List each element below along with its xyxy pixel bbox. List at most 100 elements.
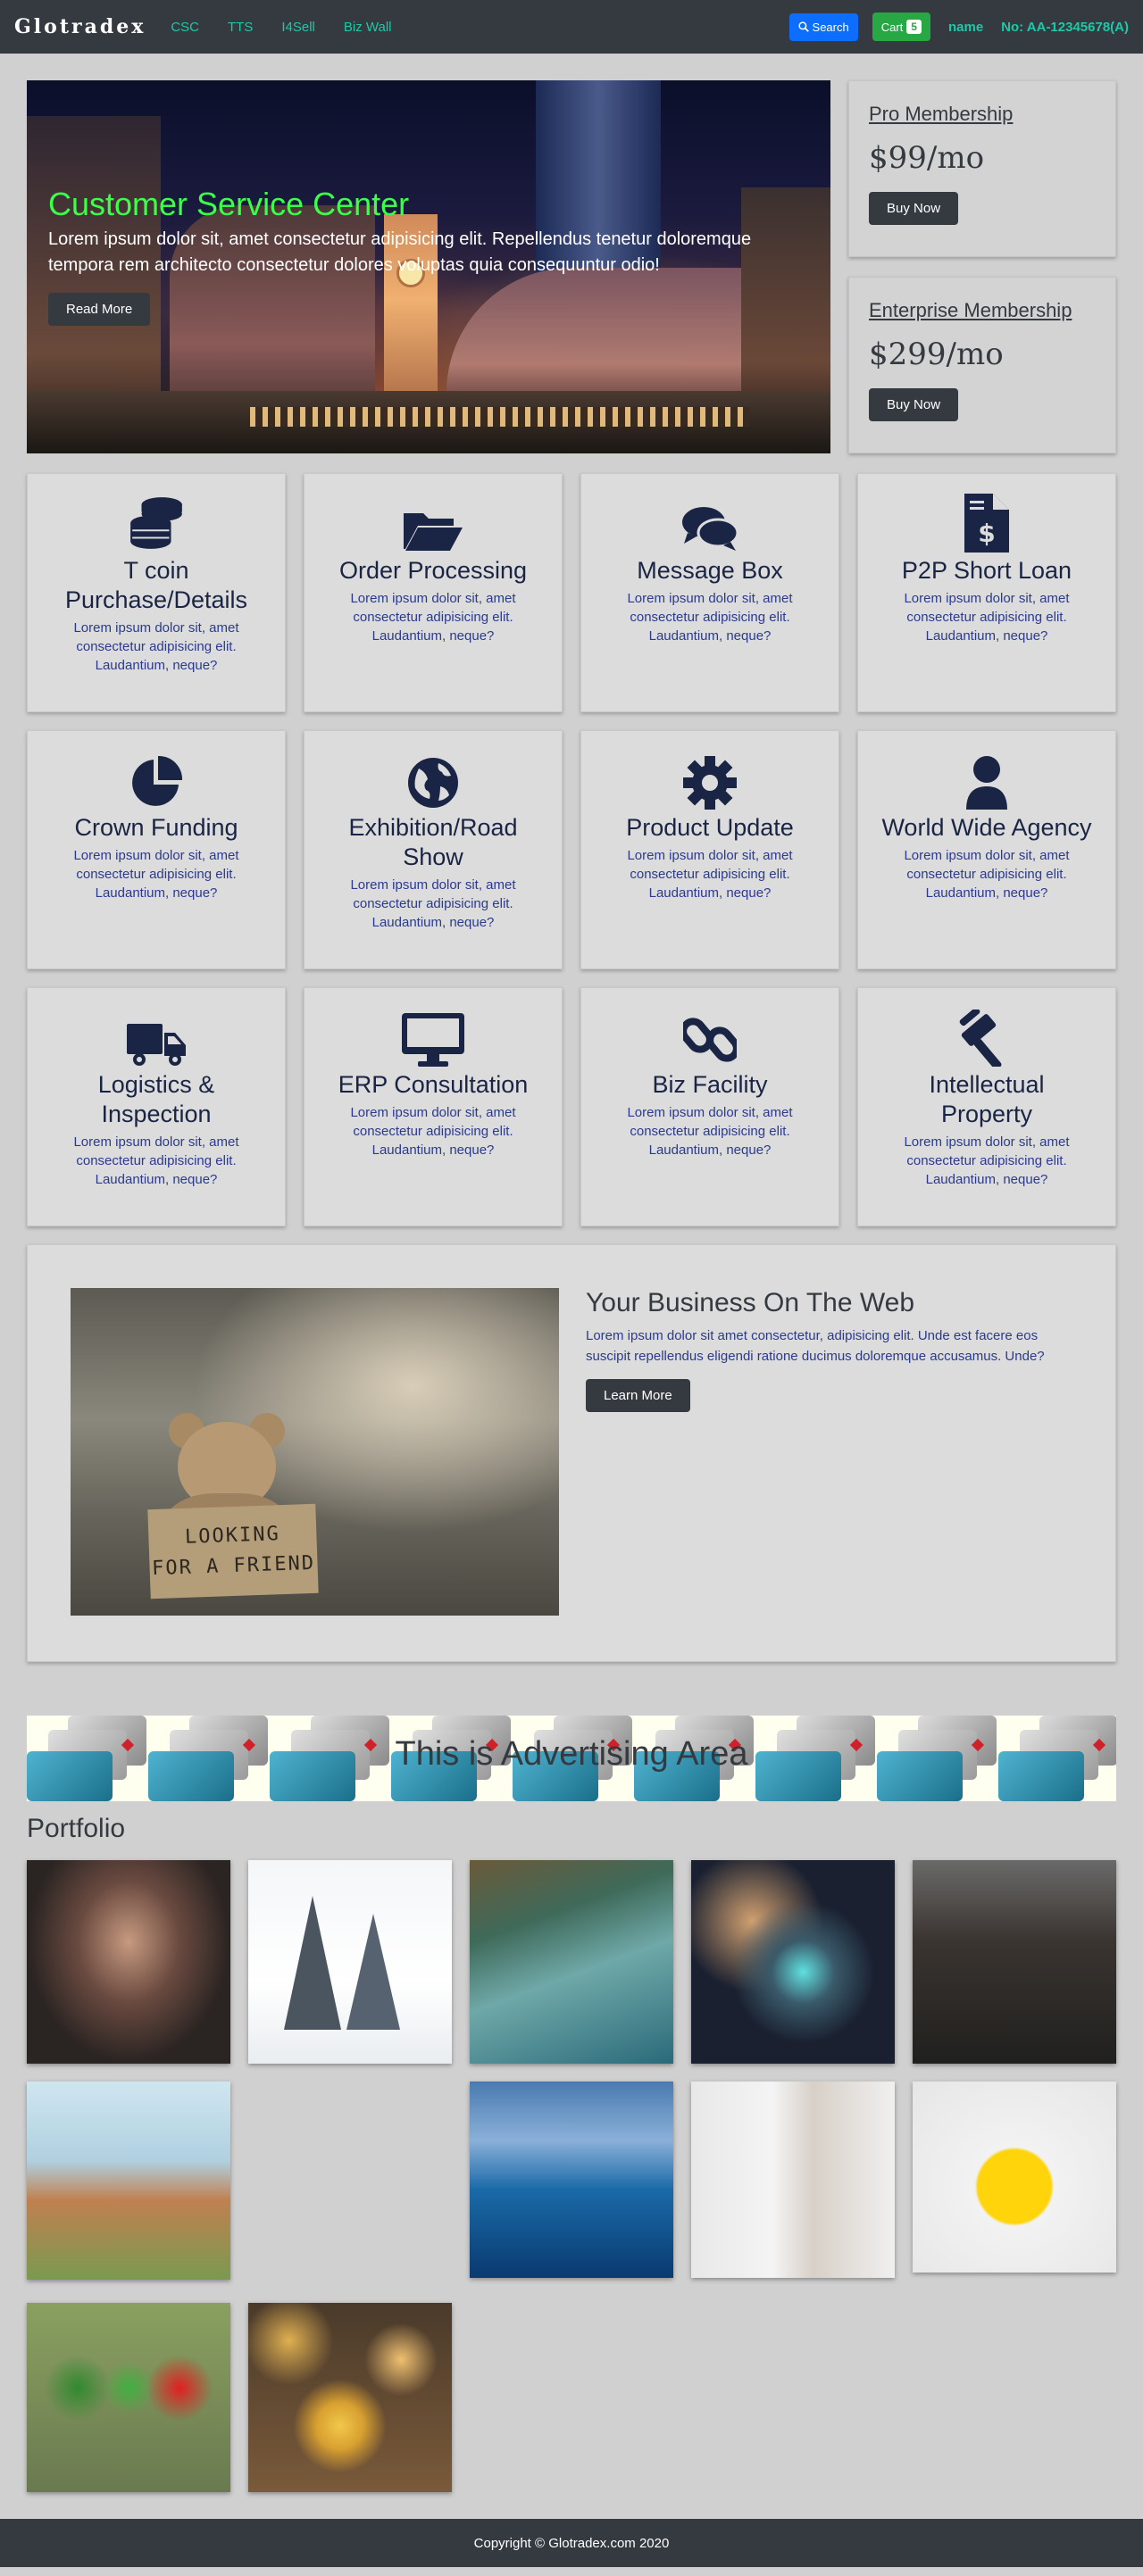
portfolio-image-room[interactable] <box>913 1860 1116 2064</box>
coins-icon <box>51 494 262 553</box>
sign-line: LOOKING <box>184 1523 281 1549</box>
advertising-banner[interactable]: This is Advertising Area <box>27 1716 1116 1801</box>
portfolio-image-toy-bus[interactable] <box>248 2303 452 2492</box>
service-title: Exhibition/Road Show <box>348 814 518 870</box>
service-title: ERP Consultation <box>338 1071 529 1098</box>
portfolio-image-woman[interactable] <box>27 1860 230 2064</box>
folder-open-icon <box>328 494 538 553</box>
user-name-link[interactable]: name <box>948 20 983 35</box>
gavel-icon <box>881 1008 1092 1067</box>
pie-chart-icon <box>51 751 262 810</box>
nav-right: Search Cart 5 name No: AA-12345678(A) <box>788 12 1129 41</box>
service-title: Product Update <box>626 814 794 841</box>
portfolio-image-mario-figures[interactable] <box>27 2303 230 2492</box>
service-text: Lorem ipsum dolor sit, amet consectetur … <box>350 591 516 644</box>
membership-price: $99/mo <box>869 140 985 176</box>
search-button[interactable]: Search <box>788 12 858 41</box>
portfolio-image-wave[interactable] <box>470 2082 673 2278</box>
search-button-label: Search <box>812 20 849 34</box>
account-number: No: AA-12345678(A) <box>1001 19 1129 35</box>
service-card[interactable]: Message Box Lorem ipsum dolor sit, amet … <box>580 473 839 712</box>
service-text: Lorem ipsum dolor sit, amet consectetur … <box>350 877 516 930</box>
service-title: P2P Short Loan <box>901 557 1072 584</box>
service-card[interactable]: ERP Consultation Lorem ipsum dolor sit, … <box>304 987 563 1226</box>
portfolio-title: Portfolio <box>27 1814 126 1843</box>
hero-text: Lorem ipsum dolor sit, amet consectetur … <box>48 229 752 275</box>
service-card[interactable]: Intellectual Property Lorem ipsum dolor … <box>857 987 1116 1226</box>
nav-link-biz-wall[interactable]: Biz Wall <box>340 20 396 35</box>
business-section: LOOKING FOR A FRIEND Your Business On Th… <box>27 1244 1116 1662</box>
service-text: Lorem ipsum dolor sit, amet consectetur … <box>904 1134 1070 1187</box>
membership-title[interactable]: Pro Membership <box>869 103 1096 126</box>
service-text: Lorem ipsum dolor sit, amet consectetur … <box>904 591 1070 644</box>
nav-link-tts[interactable]: TTS <box>224 20 256 35</box>
membership-cards: Pro Membership $99/mo Buy Now Enterprise… <box>848 80 1116 455</box>
buy-now-button[interactable]: Buy Now <box>869 388 959 421</box>
portfolio-image-rubber-duck[interactable] <box>913 2082 1116 2273</box>
service-title: Crown Funding <box>74 814 238 841</box>
membership-card-enterprise: Enterprise Membership $299/mo Buy Now <box>848 277 1116 453</box>
service-card[interactable]: World Wide Agency Lorem ipsum dolor sit,… <box>857 730 1116 969</box>
service-title: Intellectual Property <box>929 1071 1045 1127</box>
membership-title[interactable]: Enterprise Membership <box>869 299 1096 322</box>
hero-row: Customer Service Center Lorem ipsum dolo… <box>27 80 1116 455</box>
portfolio-image-coastline[interactable] <box>470 1860 673 2064</box>
read-more-button[interactable]: Read More <box>48 293 151 326</box>
service-text: Lorem ipsum dolor sit, amet consectetur … <box>627 848 793 901</box>
invoice-dollar-icon: $ <box>881 494 1092 553</box>
service-card[interactable]: Product Update Lorem ipsum dolor sit, am… <box>580 730 839 969</box>
business-title: Your Business On The Web <box>586 1288 914 1317</box>
sign-line: FOR A FRIEND <box>151 1551 316 1581</box>
hero-title: Customer Service Center <box>48 186 410 222</box>
truck-icon <box>51 1008 262 1067</box>
cart-count-badge: 5 <box>906 20 922 34</box>
learn-more-button[interactable]: Learn More <box>586 1379 690 1412</box>
buy-now-button[interactable]: Buy Now <box>869 192 959 225</box>
service-title: World Wide Agency <box>881 814 1092 841</box>
membership-card-pro: Pro Membership $99/mo Buy Now <box>848 80 1116 257</box>
business-body: Your Business On The Web Lorem ipsum dol… <box>586 1288 1072 1618</box>
service-text: Lorem ipsum dolor sit, amet consectetur … <box>627 591 793 644</box>
service-card[interactable]: Biz Facility Lorem ipsum dolor sit, amet… <box>580 987 839 1226</box>
service-card[interactable]: Logistics & Inspection Lorem ipsum dolor… <box>27 987 286 1226</box>
service-card[interactable]: $ P2P Short Loan Lorem ipsum dolor sit, … <box>857 473 1116 712</box>
service-text: Lorem ipsum dolor sit, amet consectetur … <box>627 1105 793 1158</box>
portfolio-image-toy-blocks[interactable] <box>27 2082 230 2280</box>
nav-link-csc[interactable]: CSC <box>167 20 203 35</box>
service-text: Lorem ipsum dolor sit, amet consectetur … <box>73 1134 239 1187</box>
service-title: Biz Facility <box>652 1071 768 1098</box>
business-text: Lorem ipsum dolor sit amet consectetur, … <box>586 1328 1045 1364</box>
service-title: T coin Purchase/Details <box>64 557 248 613</box>
service-title: Logistics & Inspection <box>97 1071 215 1127</box>
brand-logo[interactable]: Glotradex <box>14 15 146 38</box>
service-card[interactable]: Crown Funding Lorem ipsum dolor sit, ame… <box>27 730 286 969</box>
service-text: Lorem ipsum dolor sit, amet consectetur … <box>73 620 239 673</box>
portfolio-empty-slot <box>248 2082 452 2285</box>
footer: Copyright © Glotradex.com 2020 <box>0 2519 1143 2567</box>
service-text: Lorem ipsum dolor sit, amet consectetur … <box>904 848 1070 901</box>
hero-carousel: Customer Service Center Lorem ipsum dolo… <box>27 80 830 453</box>
portfolio-image-girl-balcony[interactable] <box>691 2082 895 2278</box>
membership-price: $299/mo <box>869 337 1004 372</box>
service-text: Lorem ipsum dolor sit, amet consectetur … <box>350 1105 516 1158</box>
services-grid: T coin Purchase/Details Lorem ipsum dolo… <box>27 473 1116 1226</box>
portfolio-image-neon-girl[interactable] <box>691 1860 895 2064</box>
link-icon <box>605 1008 815 1067</box>
navbar: Glotradex CSC TTS I4Sell Biz Wall Search… <box>0 0 1143 54</box>
comments-icon <box>605 494 815 553</box>
nav-link-i4sell[interactable]: I4Sell <box>278 20 319 35</box>
svg-text:$: $ <box>978 519 995 548</box>
hero-caption: Customer Service Center Lorem ipsum dolo… <box>48 186 780 326</box>
cart-button-label: Cart <box>880 20 904 34</box>
portfolio-image-snow-trees[interactable] <box>248 1860 452 2064</box>
cart-button[interactable]: Cart 5 <box>872 12 930 41</box>
service-text: Lorem ipsum dolor sit, amet consectetur … <box>73 848 239 901</box>
service-card[interactable]: T coin Purchase/Details Lorem ipsum dolo… <box>27 473 286 712</box>
service-card[interactable]: Order Processing Lorem ipsum dolor sit, … <box>304 473 563 712</box>
globe-icon <box>328 751 538 810</box>
desktop-icon <box>328 1008 538 1067</box>
copyright-text: Copyright © Glotradex.com 2020 <box>473 2535 670 2551</box>
service-card[interactable]: Exhibition/Road Show Lorem ipsum dolor s… <box>304 730 563 969</box>
user-icon <box>881 751 1092 810</box>
search-icon <box>797 21 809 32</box>
